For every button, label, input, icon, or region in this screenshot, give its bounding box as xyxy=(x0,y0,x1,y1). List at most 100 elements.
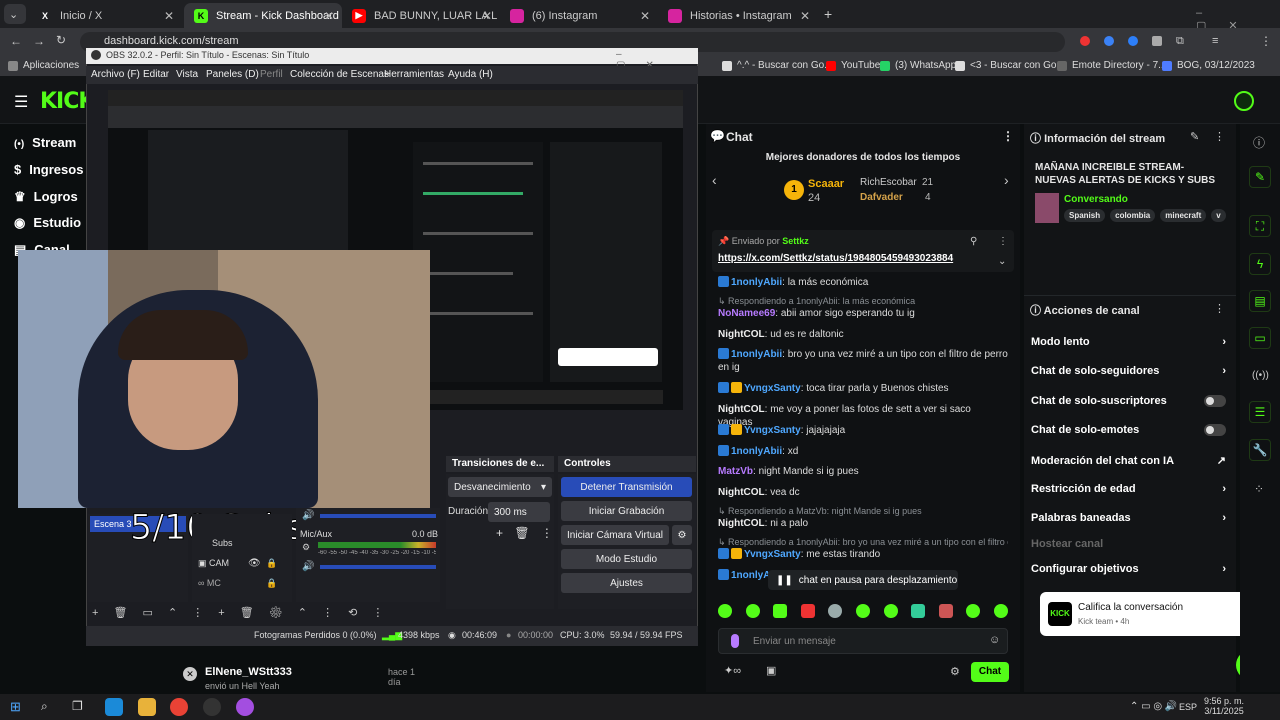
close-icon[interactable]: ✕ xyxy=(164,9,174,23)
menu-paneles[interactable]: Paneles (D) xyxy=(206,69,259,80)
send-chat-button[interactable]: Chat xyxy=(971,662,1009,682)
new-tab-button[interactable]: + xyxy=(824,6,832,22)
more-icon[interactable]: ⋮ xyxy=(1214,302,1225,315)
start-recording-button[interactable]: Iniciar Grabación xyxy=(561,501,692,521)
expand-icon[interactable]: ⛶ xyxy=(1249,215,1271,237)
chat-user[interactable]: NightCOL xyxy=(718,518,765,529)
tab-x[interactable]: X Inicio / X ✕ xyxy=(28,3,182,28)
chat-user[interactable]: 1nonlyAbii xyxy=(731,277,782,288)
chevron-right-icon[interactable]: › xyxy=(1004,172,1009,188)
menu-coleccion[interactable]: Colección de Escenas xyxy=(290,69,389,80)
more-icon[interactable]: ⋮ xyxy=(1214,130,1225,143)
action-moderacion-ia[interactable]: Moderación del chat con IA ↗ xyxy=(1031,454,1226,468)
edit-icon[interactable]: ✎ xyxy=(1190,130,1199,143)
bookmark-google-2[interactable]: <3 - Buscar con Go... xyxy=(955,60,1065,71)
speaker-icon[interactable]: 🔊 xyxy=(302,561,314,572)
action-solo-seguidores[interactable]: Chat de solo-seguidores › xyxy=(1031,365,1226,377)
gear-icon[interactable]: ⚙ xyxy=(950,665,960,678)
toast-notification[interactable]: KICK Califica la conversación Kick team … xyxy=(1040,592,1266,636)
tab-instagram[interactable]: (6) Instagram ✕ xyxy=(500,3,658,28)
chat-user[interactable]: YvngxSanty xyxy=(744,425,801,436)
more-icon[interactable]: ⋮ xyxy=(998,236,1008,247)
chat-icon[interactable]: ▭ xyxy=(1249,327,1271,349)
bookmark-bog[interactable]: BOG, 03/12/2023 xyxy=(1162,60,1255,71)
chat-user[interactable]: NightCOL xyxy=(718,487,765,498)
emoji-icon[interactable]: ☺ xyxy=(989,634,1000,646)
extension-icon[interactable] xyxy=(1104,36,1114,46)
shield-icon[interactable] xyxy=(1152,36,1162,46)
speaker-icon[interactable]: 🔊 xyxy=(302,510,314,521)
emote-icon[interactable] xyxy=(800,604,815,618)
menu-herramientas[interactable]: Herramientas xyxy=(384,69,444,80)
emote-icon[interactable] xyxy=(911,604,926,618)
emote-icon[interactable] xyxy=(966,604,981,618)
chat-paused-banner[interactable]: ❚❚ chat en pausa para desplazamiento xyxy=(768,570,958,590)
close-icon[interactable]: ✕ xyxy=(482,9,492,23)
bookmark-youtube[interactable]: YouTube xyxy=(826,60,880,71)
chat-user[interactable]: NoNamee69 xyxy=(718,308,775,319)
chat-user[interactable]: NightCOL xyxy=(718,329,765,340)
menu-ayuda[interactable]: Ayuda (H) xyxy=(448,69,493,80)
menu-vista[interactable]: Vista xyxy=(176,69,198,80)
action-configurar-objetivos[interactable]: Configurar objetivos › xyxy=(1031,563,1226,575)
source-cam[interactable]: ▣ CAM xyxy=(198,558,229,569)
emote-icon[interactable] xyxy=(883,604,898,618)
volume-slider[interactable] xyxy=(320,514,436,518)
source-mc[interactable]: ∞ MC xyxy=(198,578,221,588)
reload-icon[interactable]: ↻ xyxy=(56,33,66,47)
lightning-icon[interactable]: ϟ xyxy=(1249,253,1271,275)
clock[interactable]: 9:56 p. m. 3/11/2025 xyxy=(1204,696,1244,716)
points-icon[interactable]: ✦∞ xyxy=(724,664,741,677)
chat-user[interactable]: 1nonlyAbii xyxy=(731,446,782,457)
search-icon[interactable]: ⌕ xyxy=(41,699,48,714)
menu-icon[interactable]: ≡ xyxy=(1212,35,1218,47)
obs-icon[interactable] xyxy=(203,698,221,716)
avatar[interactable] xyxy=(1234,91,1254,111)
tab-search-button[interactable]: ⌄ xyxy=(4,4,26,24)
gift-icon[interactable]: ▣ xyxy=(766,664,776,677)
nav-estudio[interactable]: ◉ Estudio xyxy=(14,215,81,231)
edit-icon[interactable]: ✎ xyxy=(1249,166,1271,188)
chat-user[interactable]: YvngxSanty xyxy=(744,383,801,394)
lock-icon[interactable]: 🔒 xyxy=(266,578,277,589)
edge-icon[interactable] xyxy=(105,698,123,716)
puzzle-icon[interactable]: ⧉ xyxy=(1176,35,1184,48)
action-palabras-baneadas[interactable]: Palabras baneadas › xyxy=(1031,512,1226,524)
action-solo-suscriptores[interactable]: Chat de solo-suscriptores xyxy=(1031,395,1226,407)
nav-ingresos[interactable]: $ Ingresos xyxy=(14,162,83,177)
app-icon[interactable] xyxy=(236,698,254,716)
info-icon[interactable]: ⓘ xyxy=(1253,134,1265,151)
forward-icon[interactable]: → xyxy=(33,34,45,48)
chat-user[interactable]: NightCOL xyxy=(718,404,765,415)
hamburger-icon[interactable]: ☰ xyxy=(14,92,28,112)
emote-icon[interactable] xyxy=(745,604,760,618)
chat-user[interactable]: MatzVb xyxy=(718,466,753,477)
close-icon[interactable]: ✕ xyxy=(324,9,334,23)
tag[interactable]: Spanish xyxy=(1064,209,1106,222)
tab-kick-dashboard[interactable]: K Stream - Kick Dashboard ✕ xyxy=(184,3,342,28)
virtual-camera-button[interactable]: Iniciar Cámara Virtual xyxy=(561,525,669,545)
tab-youtube[interactable]: ▶ BAD BUNNY, LUAR LA L - ✕ xyxy=(342,3,500,28)
extension-icon[interactable] xyxy=(1080,36,1090,46)
gear-icon[interactable]: ⚙ xyxy=(672,525,692,545)
action-modo-lento[interactable]: Modo lento › xyxy=(1031,336,1226,348)
emote-icon[interactable] xyxy=(773,604,788,618)
chat-input[interactable]: Enviar un mensaje ☺ xyxy=(718,628,1008,654)
extension-icon[interactable] xyxy=(1128,36,1138,46)
chrome-icon[interactable] xyxy=(170,698,188,716)
source-item[interactable]: Subs xyxy=(212,538,233,548)
wrench-icon[interactable]: 🔧 xyxy=(1249,439,1271,461)
more-icon[interactable]: ⋮ xyxy=(1002,129,1014,143)
gear-icon[interactable]: ⚙ xyxy=(302,542,310,553)
close-icon[interactable]: ✕ xyxy=(800,9,810,23)
tag[interactable]: v xyxy=(1211,209,1226,222)
document-icon[interactable]: ▤ xyxy=(1249,290,1271,312)
folder-icon[interactable] xyxy=(138,698,156,716)
volume-slider[interactable] xyxy=(320,565,436,569)
bookmark-apps[interactable]: Aplicaciones xyxy=(8,60,79,71)
transition-select[interactable]: Desvanecimiento ▾ xyxy=(448,477,552,497)
action-solo-emotes[interactable]: Chat de solo-emotes xyxy=(1031,424,1226,436)
tab-instagram-stories[interactable]: Historias • Instagram ✕ xyxy=(658,3,818,28)
emote-icon[interactable] xyxy=(828,604,843,618)
apps-icon[interactable]: ⁘ xyxy=(1254,482,1264,496)
